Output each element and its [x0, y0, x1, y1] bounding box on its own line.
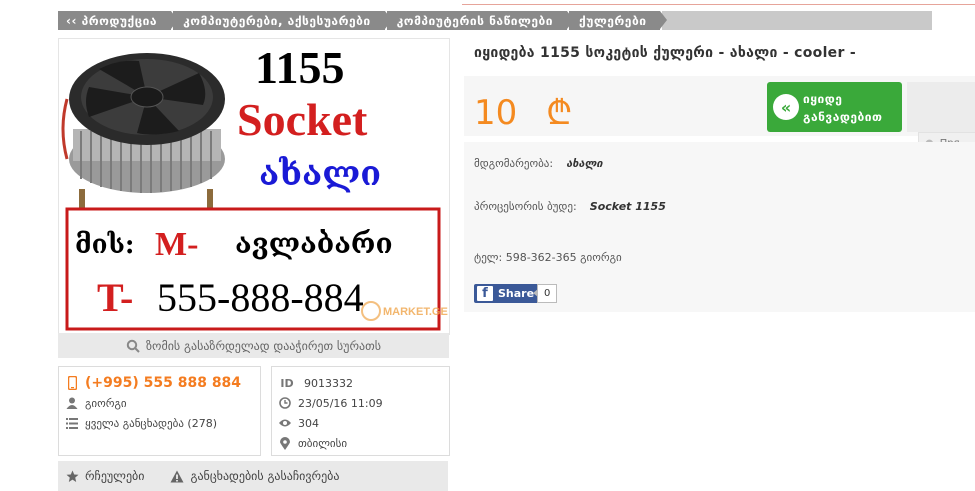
listing-city: თბილისი [298, 436, 348, 450]
product-image-graphic: 1155 Socket ახალი მის: M- ავლაბარი T- 55… [61, 42, 448, 331]
image-text-phone: 555-888-884 [157, 275, 364, 320]
image-text-new: ახალი [259, 154, 381, 194]
listing-meta-box: ID 9013332 23/05/16 11:09 304 თბილისი [271, 366, 450, 456]
search-bar-edge [462, 0, 975, 5]
breadcrumb-item-products[interactable]: ‹‹ პროდუქცია [58, 11, 179, 30]
currency-symbol: ₾ [546, 93, 573, 133]
breadcrumb-label: კომპიუტერები, აქსესუარები [183, 13, 371, 28]
socket-label: პროცესორის ბუდე: [474, 200, 577, 213]
favorites-label: რჩეულები [85, 469, 145, 483]
listing-id: 9013332 [304, 376, 353, 390]
breadcrumb-label: კომპიუტერის ნაწილები [396, 13, 554, 28]
breadcrumb-item-computer-parts[interactable]: კომპიუტერის ნაწილები [386, 11, 575, 30]
clock-icon [278, 397, 292, 409]
user-icon [65, 397, 79, 409]
image-text-metro-mark: M- [155, 226, 198, 263]
id-label: ID [280, 376, 294, 390]
cooler-illustration [61, 53, 225, 225]
share-label: Share [498, 287, 535, 300]
facebook-icon: f [477, 286, 493, 301]
image-text-phone-prefix: T- [97, 275, 133, 320]
breadcrumb-filler [662, 11, 933, 30]
eye-icon [278, 418, 292, 428]
report-label: განცხადების გასაჩივრება [190, 469, 340, 483]
socket-value: Socket 1155 [589, 200, 666, 213]
breadcrumb-label: ‹‹ პროდუქცია [66, 13, 158, 28]
breadcrumb-label: ქულერები [579, 13, 647, 28]
breadcrumb-item-coolers[interactable]: ქულერები [569, 11, 668, 30]
image-text-socket: Socket [237, 94, 368, 145]
listing-actions-bar: რჩეულები განცხადების გასაჩივრება [58, 461, 448, 491]
report-button[interactable]: განცხადების გასაჩივრება [170, 469, 339, 483]
installment-buy-button[interactable]: « იყიდე განვადებით [767, 82, 902, 132]
location-pin-icon [278, 436, 292, 450]
double-chevron-left-icon: « [773, 94, 799, 120]
listing-date: 23/05/16 11:09 [298, 396, 383, 410]
buy-button-line-2: განვადებით [803, 110, 883, 124]
image-text-address-prefix: მის: [75, 230, 134, 260]
warning-icon [170, 470, 184, 482]
mobile-phone-icon [65, 376, 79, 390]
favorites-button[interactable]: რჩეულები [66, 469, 144, 483]
price-value: 10 [474, 93, 518, 133]
image-watermark: MARKET.GE [383, 306, 448, 318]
breadcrumb: ‹‹ პროდუქცია კომპიუტერები, აქსესუარები კ… [58, 11, 934, 30]
condition-row: მდგომარეობა: ახალი [474, 152, 603, 171]
breadcrumb-item-computers[interactable]: კომპიუტერები, აქსესუარები [173, 11, 392, 30]
condition-label: მდგომარეობა: [474, 157, 554, 170]
listing-views: 304 [298, 416, 319, 430]
description-contact: ტელ: 598-362-365 გიორგი [474, 251, 622, 264]
buy-button-line-1: იყიდე [803, 92, 843, 106]
magnifier-icon [126, 339, 140, 353]
product-image[interactable]: 1155 Socket ახალი მის: M- ავლაბარი T- 55… [58, 38, 450, 335]
seller-name: გიორგი [85, 396, 127, 410]
seller-box: (+995) 555 888 884 გიორგი ყველა განცხადე… [58, 366, 261, 456]
image-text-1155: 1155 [255, 42, 344, 93]
image-text-place: ავლაბარი [235, 227, 393, 260]
zoom-hint-bar[interactable]: ზომის გასაზრდელად დააჭირეთ სურათს [58, 333, 449, 358]
seller-all-ads-link[interactable]: ყველა განცხადება (278) [85, 417, 217, 430]
share-count: 0 [532, 284, 558, 303]
side-panel [907, 82, 975, 132]
socket-row: პროცესორის ბუდე: Socket 1155 [474, 195, 666, 214]
condition-value: ახალი [566, 157, 603, 170]
price: 10 ₾ [474, 88, 572, 134]
star-icon [66, 470, 79, 482]
list-icon [65, 417, 79, 429]
seller-phone[interactable]: (+995) 555 888 884 [85, 375, 241, 391]
listing-title: იყიდება 1155 სოკეტის ქულერი - ახალი - co… [474, 45, 856, 61]
facebook-share-button[interactable]: f Share [474, 284, 541, 303]
zoom-hint-text: ზომის გასაზრდელად დააჭირეთ სურათს [146, 338, 381, 353]
